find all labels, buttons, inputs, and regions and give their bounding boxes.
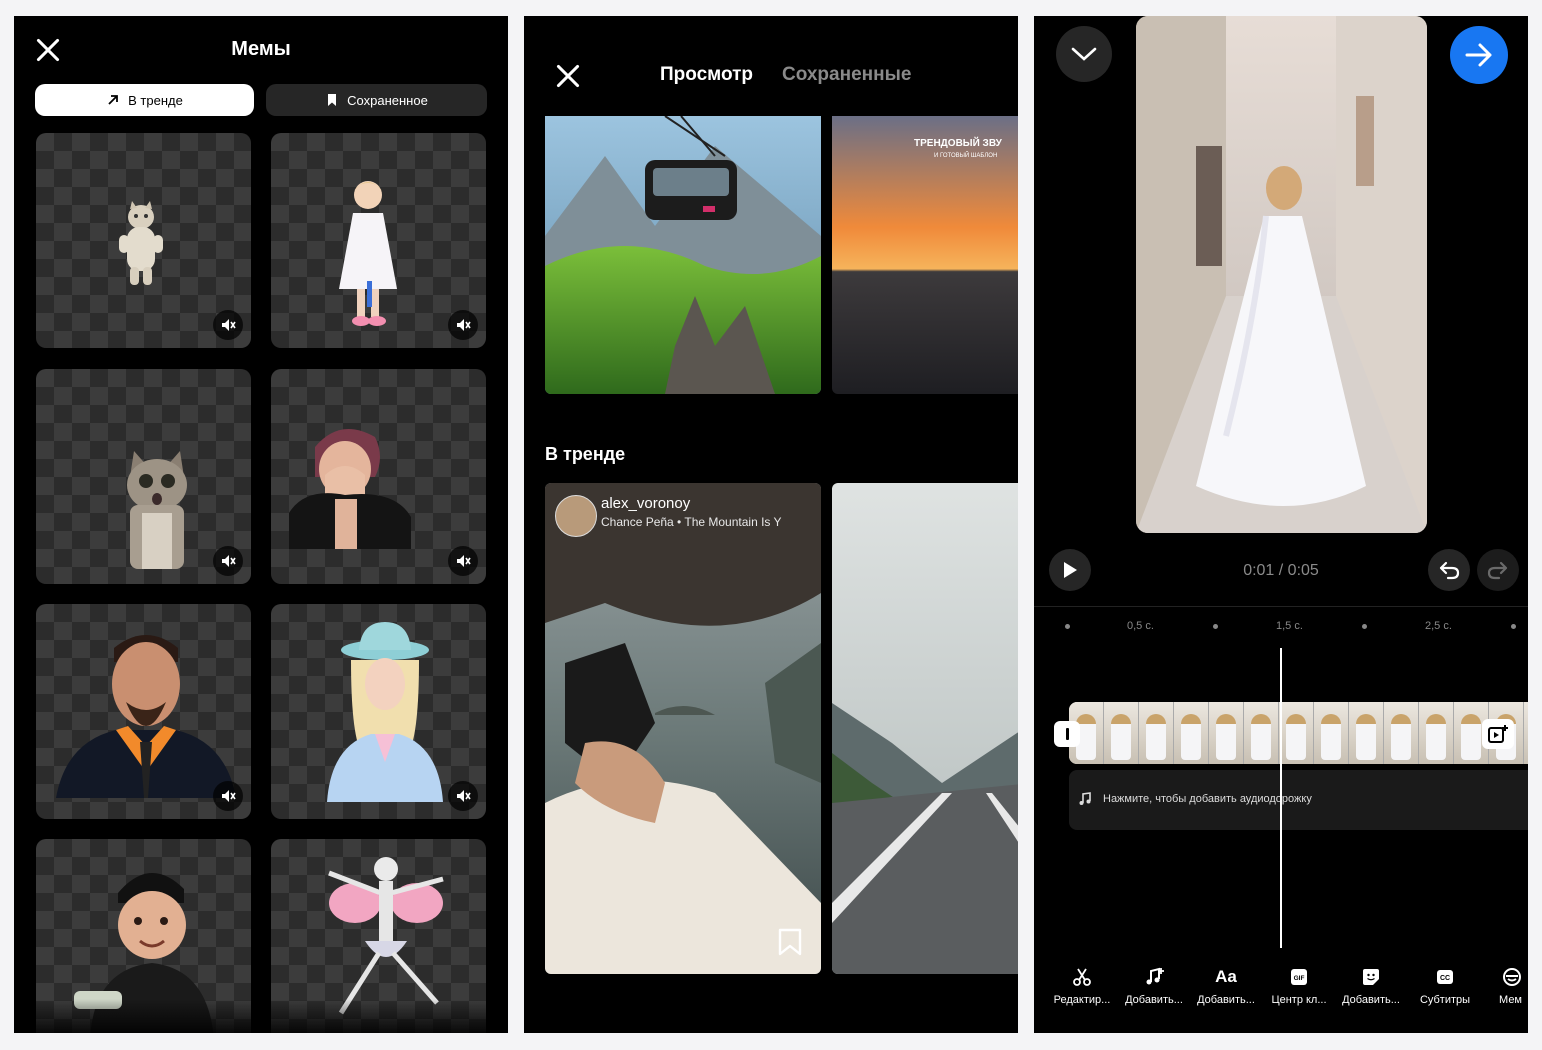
tool-label: Мем	[1499, 994, 1522, 1006]
arrow-right-icon	[1465, 43, 1492, 67]
meme-icon	[1503, 968, 1521, 986]
music-note-icon	[1079, 792, 1091, 805]
undo-icon	[1439, 561, 1460, 580]
tab-saved-label: Сохраненное	[347, 92, 428, 108]
close-icon[interactable]	[554, 62, 582, 90]
cc-icon: CC	[1437, 970, 1453, 984]
cat-sticker	[119, 201, 163, 285]
tool-add-music[interactable]: Добавить...	[1118, 966, 1190, 1006]
chevron-down-icon	[1071, 47, 1097, 61]
video-preview-image	[545, 483, 821, 974]
next-button[interactable]	[1450, 26, 1508, 84]
meme-sticker-tile[interactable]	[271, 604, 486, 819]
timeline-tick	[1511, 624, 1516, 629]
browse-panel: Просмотр Сохраненные ТРЕНДОВЫЙ ЗВУ И ГОТ…	[524, 16, 1018, 1033]
timeline-tick	[1213, 624, 1218, 629]
trending-arrow-icon	[108, 95, 119, 105]
username[interactable]: alex_voronoy	[601, 495, 690, 512]
mute-icon[interactable]	[213, 546, 243, 576]
tab-saved[interactable]: Сохраненное	[266, 84, 487, 116]
video-clip-track[interactable]	[1069, 702, 1528, 764]
template-thumbnail[interactable]: ТРЕНДОВЫЙ ЗВУ И ГОТОВЫЙ ШАБЛОН	[832, 116, 1018, 394]
tool-add-sticker[interactable]: Добавить...	[1335, 966, 1407, 1006]
girl-sticker	[339, 181, 397, 326]
collapse-button[interactable]	[1056, 26, 1112, 82]
undo-button[interactable]	[1428, 549, 1470, 591]
meme-sticker-tile[interactable]	[36, 839, 251, 1033]
section-title: В тренде	[545, 444, 626, 464]
fade-overlay	[36, 999, 251, 1033]
redo-icon	[1487, 561, 1508, 580]
woman-in-hat-sticker	[327, 622, 443, 802]
video-preview[interactable]	[1136, 16, 1427, 533]
tab-trending[interactable]: В тренде	[35, 84, 254, 116]
meme-sticker-tile[interactable]	[271, 133, 486, 348]
add-clip-button[interactable]	[1482, 719, 1514, 749]
skeleton-sticker	[328, 857, 444, 1015]
mute-icon[interactable]	[213, 781, 243, 811]
editor-panel: 0:01 / 0:05 0,5 с. 1,5 с. 2,5 с. Нажмите…	[1034, 16, 1528, 1033]
trending-video-card[interactable]: alex_voronoy Chance Peña • The Mountain …	[545, 483, 821, 974]
meme-sticker-tile[interactable]	[36, 604, 251, 819]
timeline-label: 1,5 с.	[1276, 620, 1303, 632]
tool-label: Добавить...	[1197, 994, 1255, 1006]
tab-browse[interactable]: Просмотр	[660, 64, 753, 86]
tool-label: Редактир...	[1053, 994, 1111, 1006]
tab-saved[interactable]: Сохраненные	[782, 64, 911, 86]
meme-sticker-tile[interactable]	[36, 369, 251, 584]
page-title: Мемы	[231, 38, 291, 60]
tool-edit[interactable]: Редактир...	[1046, 966, 1118, 1006]
bride-running-image	[1136, 16, 1427, 533]
divider	[1034, 606, 1528, 607]
man-sticker	[56, 635, 236, 798]
meme-sticker-tile[interactable]	[271, 839, 486, 1033]
road-mountains-image	[832, 483, 1018, 974]
svg-text:GIF: GIF	[1294, 975, 1305, 982]
tool-label: Субтитры	[1419, 994, 1471, 1006]
tab-trending-label: В тренде	[128, 92, 183, 108]
bookmark-outline-icon[interactable]	[777, 928, 803, 956]
music-add-icon	[1146, 967, 1164, 985]
trending-video-card[interactable]	[832, 483, 1018, 974]
timeline-tick	[1065, 624, 1070, 629]
timeline-label: 2,5 с.	[1425, 620, 1452, 632]
tool-add-text[interactable]: Aa Добавить...	[1190, 966, 1262, 1006]
audio-credit[interactable]: Chance Peña • The Mountain Is Y	[601, 515, 782, 529]
template-thumbnail[interactable]	[545, 116, 821, 394]
sticker-icon	[1363, 969, 1379, 985]
shocked-person-sticker	[289, 429, 411, 549]
gif-icon: GIF	[1291, 969, 1307, 985]
mute-icon[interactable]	[448, 781, 478, 811]
text-icon: Aa	[1215, 967, 1237, 986]
meme-sticker-tile[interactable]	[36, 133, 251, 348]
tool-label: Центр кл...	[1271, 994, 1327, 1006]
cable-car-image	[545, 116, 821, 394]
mute-icon[interactable]	[448, 546, 478, 576]
memes-panel: Мемы В тренде Сохраненное	[14, 16, 508, 1033]
svg-text:CC: CC	[1440, 975, 1450, 982]
add-audio-track[interactable]: Нажмите, чтобы добавить аудиодорожку	[1069, 770, 1528, 830]
tool-subtitles[interactable]: CC Субтитры	[1409, 966, 1481, 1006]
avatar[interactable]	[555, 495, 597, 537]
timeline-tick	[1362, 624, 1367, 629]
trim-handle[interactable]	[1054, 721, 1080, 747]
timeline-label: 0,5 с.	[1127, 620, 1154, 632]
mute-icon[interactable]	[448, 310, 478, 340]
tool-label: Добавить...	[1342, 994, 1400, 1006]
tool-gif-center[interactable]: GIF Центр кл...	[1263, 966, 1335, 1006]
overlay-title: ТРЕНДОВЫЙ ЗВУ	[914, 138, 1002, 149]
add-clip-icon	[1488, 725, 1508, 743]
redo-button[interactable]	[1477, 549, 1519, 591]
mute-icon[interactable]	[213, 310, 243, 340]
tool-label: Добавить...	[1125, 994, 1183, 1006]
tool-meme[interactable]: Мем	[1482, 966, 1522, 1006]
overlay-subtitle: И ГОТОВЫЙ ШАБЛОН	[934, 153, 998, 159]
fade-overlay	[271, 999, 486, 1033]
bookmark-icon	[328, 94, 337, 106]
surprised-cat-sticker	[127, 451, 187, 569]
scissors-icon	[1073, 968, 1091, 986]
playhead[interactable]	[1280, 648, 1282, 948]
meme-sticker-tile[interactable]	[271, 369, 486, 584]
